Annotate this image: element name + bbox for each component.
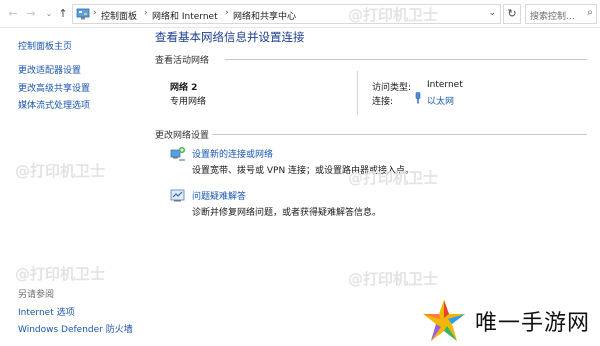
- breadcrumb-network-sharing-center[interactable]: 网络和共享中心: [233, 9, 296, 22]
- refresh-icon: ↻: [507, 7, 517, 20]
- address-dropdown-icon[interactable]: ⌄: [488, 8, 496, 18]
- up-arrow-icon[interactable]: ↑: [56, 6, 70, 22]
- refresh-button[interactable]: ↻: [503, 4, 521, 24]
- internet-options-link[interactable]: Internet 选项: [18, 305, 75, 318]
- breadcrumb-separator-icon: ›: [225, 8, 229, 18]
- troubleshoot-icon: [170, 189, 185, 202]
- control-panel-icon: [76, 8, 90, 20]
- address-bar: ← → ⌄ ↑ › 控制面板 › 网络和 Internet › 网络和共享中心 …: [0, 0, 600, 28]
- ethernet-icon: [415, 92, 421, 104]
- troubleshoot-problems-desc: 诊断并修复网络问题，或者获得疑难解答信息。: [192, 208, 382, 218]
- change-adapter-settings-link[interactable]: 更改适配器设置: [18, 63, 81, 76]
- section-divider: [212, 134, 587, 135]
- network-name: 网络 2: [170, 83, 198, 93]
- troubleshoot-problems-link[interactable]: 问题疑难解答: [192, 189, 246, 202]
- network-type: 专用网络: [170, 97, 207, 107]
- ethernet-connection-link[interactable]: 以太网: [427, 94, 454, 107]
- search-placeholder: 搜索控制...: [530, 12, 575, 22]
- watermark: @打印机卫士: [348, 169, 439, 187]
- search-icon: ⌕: [587, 7, 593, 18]
- setup-new-connection-link[interactable]: 设置新的连接或网络: [192, 147, 273, 160]
- search-input[interactable]: 搜索控制... ⌕: [525, 4, 597, 24]
- active-networks-title: 查看活动网络: [155, 56, 210, 66]
- change-advanced-sharing-link[interactable]: 更改高级共享设置: [18, 81, 90, 94]
- network-divider: [357, 71, 358, 115]
- connections-label: 连接:: [372, 97, 394, 107]
- star-logo-icon: [423, 300, 465, 341]
- section-divider: [225, 59, 587, 60]
- recent-locations-chevron-icon[interactable]: ⌄: [42, 6, 56, 22]
- new-connection-icon: [170, 147, 185, 161]
- windows-defender-firewall-link[interactable]: Windows Defender 防火墙: [18, 322, 133, 335]
- breadcrumb-separator-icon: ›: [144, 8, 148, 18]
- breadcrumb-network-internet[interactable]: 网络和 Internet: [152, 9, 218, 22]
- media-streaming-options-link[interactable]: 媒体流式处理选项: [18, 98, 90, 111]
- forward-arrow-icon[interactable]: →: [24, 6, 38, 22]
- watermark: @打印机卫士: [15, 162, 106, 180]
- breadcrumb-separator-icon: ›: [93, 8, 97, 18]
- back-arrow-icon[interactable]: ←: [6, 6, 20, 22]
- control-panel-home-link[interactable]: 控制面板主页: [18, 39, 72, 52]
- change-settings-title: 更改网络设置: [155, 131, 210, 141]
- watermark: @打印机卫士: [348, 6, 439, 24]
- logo-text: 唯一手游网: [475, 311, 591, 336]
- watermark: @打印机卫士: [15, 265, 106, 283]
- page-title: 查看基本网络信息并设置连接: [155, 30, 305, 44]
- site-logo: 唯一手游网: [415, 296, 600, 346]
- breadcrumb-control-panel[interactable]: 控制面板: [101, 9, 137, 22]
- access-type-label: 访问类型:: [372, 83, 412, 93]
- see-also-title: 另请参阅: [18, 290, 55, 300]
- watermark: @打印机卫士: [348, 270, 439, 288]
- access-type-value: Internet: [427, 80, 463, 90]
